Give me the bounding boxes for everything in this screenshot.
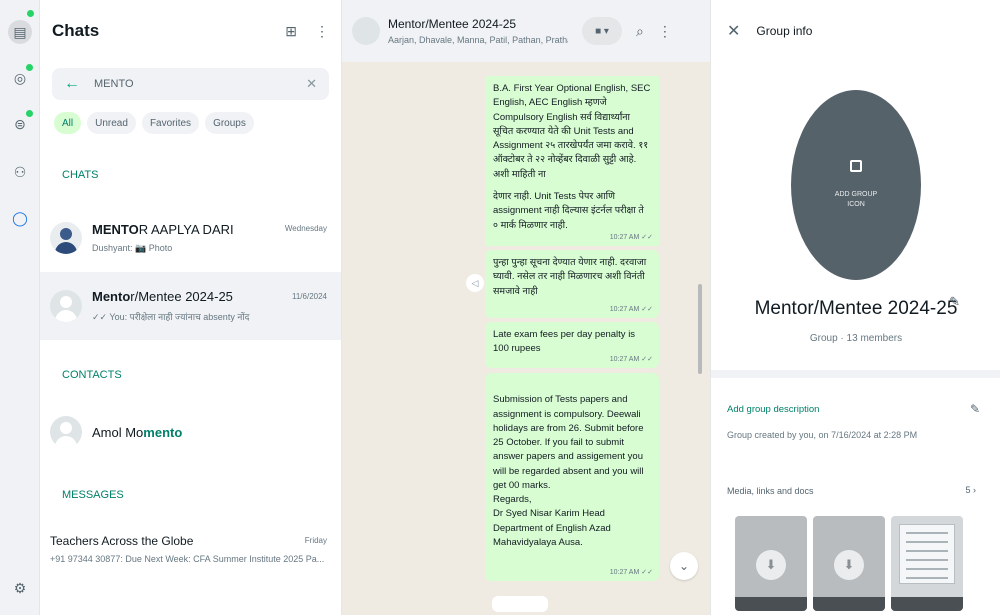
- date-chip: [492, 596, 548, 612]
- chats-title: Chats: [52, 21, 100, 40]
- message-bubble[interactable]: देणार नाही. Unit Tests पेपर आणि assignme…: [485, 186, 659, 246]
- conversation-panel: Mentor/Mentee 2024-25 Aarjan, Dhavale, M…: [342, 0, 710, 615]
- section-messages-label: MESSAGES: [62, 489, 124, 501]
- nav-rail: ▤ ◎ ⊜ ⚇ ◯ ⚙: [0, 0, 40, 615]
- group-info-title: Group info: [756, 24, 813, 38]
- message-text: देणार नाही. Unit Tests पेपर आणि assignme…: [493, 191, 644, 231]
- search-box[interactable]: ← MENTO ✕: [52, 68, 329, 100]
- media-count[interactable]: 5 ›: [965, 485, 976, 495]
- message-bubble[interactable]: Late exam fees per day penalty is 100 ru…: [485, 322, 659, 368]
- channels-dot: [26, 110, 33, 117]
- divider: [711, 370, 1000, 378]
- group-info-header: ✕ Group info: [711, 0, 1000, 62]
- message-bubble[interactable]: Submission of Tests papers and assignmen…: [485, 373, 659, 581]
- message-time: 10:27 AM ✓✓: [609, 568, 653, 576]
- message-text: Late exam fees per day penalty is 100 ru…: [493, 329, 636, 355]
- message-result-row[interactable]: Teachers Across the Globe +91 97344 3087…: [40, 520, 341, 578]
- group-avatar[interactable]: [352, 17, 380, 45]
- unread-dot: [27, 10, 34, 17]
- message-time: 10:27 AM ✓✓: [609, 233, 653, 241]
- chat-row[interactable]: MENTOR AAPLYA DARI Dushyant: 📷 Photo Wed…: [40, 204, 341, 272]
- media-thumbnail[interactable]: ⬇: [735, 516, 807, 611]
- message-text: B.A. First Year Optional English, SEC En…: [493, 83, 651, 180]
- group-subtitle: Group · 13 members: [809, 333, 903, 344]
- message-chat-name: Teachers Across the Globe: [50, 534, 194, 548]
- chat-list-header: Chats ⊞ ⋮: [40, 0, 341, 62]
- chat-time: 11/6/2024: [292, 292, 327, 301]
- edit-description-icon[interactable]: ✎: [970, 402, 980, 416]
- download-icon[interactable]: ⬇: [756, 550, 786, 580]
- meta-ai-icon[interactable]: ◯: [8, 206, 32, 230]
- section-chats-label: CHATS: [62, 169, 99, 181]
- filter-chips: All Unread Favorites Groups: [40, 100, 341, 134]
- filter-unread[interactable]: Unread: [87, 112, 136, 134]
- filter-groups[interactable]: Groups: [205, 112, 254, 134]
- message-bubble[interactable]: पुन्हा पुन्हा सूचना देण्यात येणार नाही. …: [485, 250, 659, 318]
- avatar: [50, 290, 82, 322]
- message-time: 10:27 AM ✓✓: [609, 305, 653, 313]
- group-created-text: Group created by you, on 7/16/2024 at 2:…: [727, 430, 918, 440]
- chat-row-selected[interactable]: Mentor/Mentee 2024-25 ✓✓ You: परीक्षेला …: [40, 272, 341, 340]
- message-time: 10:27 AM ✓✓: [609, 355, 653, 363]
- chat-preview: ✓✓ You: परीक्षेला नाही ज्यांनाच absenty …: [92, 312, 250, 322]
- scrollbar[interactable]: [698, 284, 702, 374]
- add-description-link[interactable]: Add group description: [727, 404, 819, 415]
- avatar: [50, 222, 82, 254]
- status-dot: [26, 64, 33, 71]
- new-chat-icon[interactable]: ⊞: [285, 23, 297, 40]
- media-links-docs-label[interactable]: Media, links and docs: [727, 486, 814, 496]
- menu-icon[interactable]: ⋮: [658, 23, 672, 40]
- message-text: Submission of Tests papers and assignmen…: [493, 394, 644, 548]
- search-icon[interactable]: ⌕: [636, 23, 644, 40]
- add-group-icon-label: ADD GROUP ICON: [834, 191, 878, 208]
- group-name: Mentor/Mentee 2024-25: [388, 17, 517, 31]
- video-call-icon[interactable]: ■ ▾: [582, 17, 622, 45]
- communities-icon[interactable]: ⚇: [8, 160, 32, 184]
- media-thumbnail[interactable]: ⬇: [813, 516, 885, 611]
- back-arrow-icon[interactable]: ←: [64, 75, 80, 93]
- clear-search-icon[interactable]: ✕: [306, 76, 317, 92]
- chat-list-panel: Chats ⊞ ⋮ ← MENTO ✕ All Unread Favorites…: [40, 0, 342, 615]
- contact-row[interactable]: Amol Momento: [40, 398, 341, 466]
- section-contacts-label: CONTACTS: [62, 369, 122, 381]
- contact-name: Amol Momento: [92, 424, 183, 440]
- camera-icon: [850, 160, 862, 173]
- message-preview: +91 97344 30877: Due Next Week: CFA Summ…: [50, 554, 325, 564]
- forward-icon[interactable]: ◁: [466, 274, 484, 292]
- filter-all[interactable]: All: [54, 112, 82, 134]
- add-group-icon-button[interactable]: ADD GROUP ICON: [791, 90, 921, 280]
- group-info-panel: ✕ Group info ADD GROUP ICON Mentor/Mente…: [710, 0, 1000, 615]
- avatar: [50, 416, 82, 448]
- edit-name-icon[interactable]: ✎: [949, 294, 960, 310]
- settings-icon[interactable]: ⚙: [8, 576, 32, 600]
- chat-preview: Dushyant: 📷 Photo: [92, 243, 173, 253]
- chat-time: Wednesday: [284, 224, 327, 233]
- message-text: पुन्हा पुन्हा सूचना देण्यात येणार नाही. …: [493, 257, 647, 297]
- document-thumbnail[interactable]: [891, 516, 963, 611]
- conversation-header[interactable]: Mentor/Mentee 2024-25 Aarjan, Dhavale, M…: [342, 0, 710, 62]
- message-time: Friday: [304, 536, 327, 545]
- menu-icon[interactable]: ⋮: [315, 23, 329, 40]
- download-icon[interactable]: ⬇: [834, 550, 864, 580]
- search-input[interactable]: MENTO: [94, 78, 134, 90]
- close-icon[interactable]: ✕: [727, 21, 740, 41]
- group-members: Aarjan, Dhavale, Manna, Patil, Pathan, P…: [388, 35, 568, 45]
- filter-favorites[interactable]: Favorites: [141, 112, 200, 134]
- scroll-down-icon[interactable]: ⌄: [670, 552, 698, 580]
- chats-icon[interactable]: ▤: [8, 20, 32, 44]
